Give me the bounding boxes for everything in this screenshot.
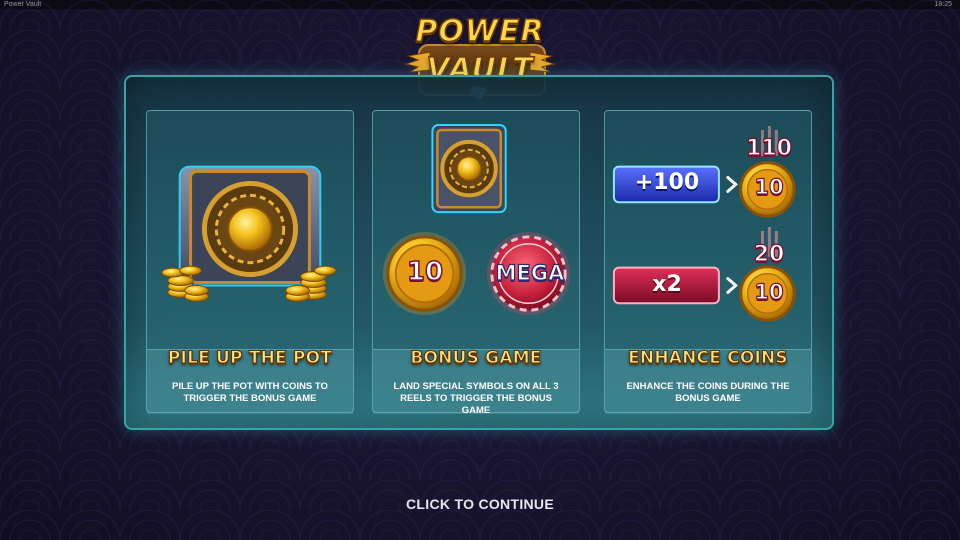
vault-with-coins-illustration: [161, 165, 337, 302]
bonus-symbols-illustration: [382, 124, 571, 316]
enhance-modifier-multiply: x2: [652, 272, 682, 297]
card-description: ENHANCE THE COINS DURING THE BONUS GAME: [626, 381, 790, 404]
mega-chip-label: MEGA: [495, 260, 565, 285]
enhance-coin-before: 10: [754, 279, 784, 304]
enhance-coin-after: 110: [745, 135, 792, 161]
card-title: PILE UP THE POT: [167, 348, 333, 369]
logo-word-power: POWER: [415, 13, 545, 50]
card-description: PILE UP THE POT WITH COINS TO TRIGGER TH…: [172, 381, 328, 404]
card-pile-up-the-pot: PILE UP THE POT PILE UP THE POT WITH COI…: [146, 110, 354, 414]
bonus-coin-value: 10: [406, 256, 444, 288]
card-enhance-coins: +100 10 110 x2 10 20 ENHANCE COINS ENHAN…: [604, 110, 812, 414]
click-to-continue-button[interactable]: CLICK TO CONTINUE: [380, 496, 580, 512]
enhance-coin-after: 20: [753, 241, 785, 267]
enhance-modifier-plus: +100: [634, 170, 700, 195]
card-bonus-game: 10 MEGA BONUS GAME LAND SPECIAL SYMBOLS …: [372, 110, 580, 416]
card-description: LAND SPECIAL SYMBOLS ON ALL 3 REELS TO T…: [393, 381, 559, 416]
card-title: ENHANCE COINS: [628, 348, 789, 369]
enhance-coin-before: 10: [754, 174, 784, 199]
card-title: BONUS GAME: [410, 348, 542, 369]
